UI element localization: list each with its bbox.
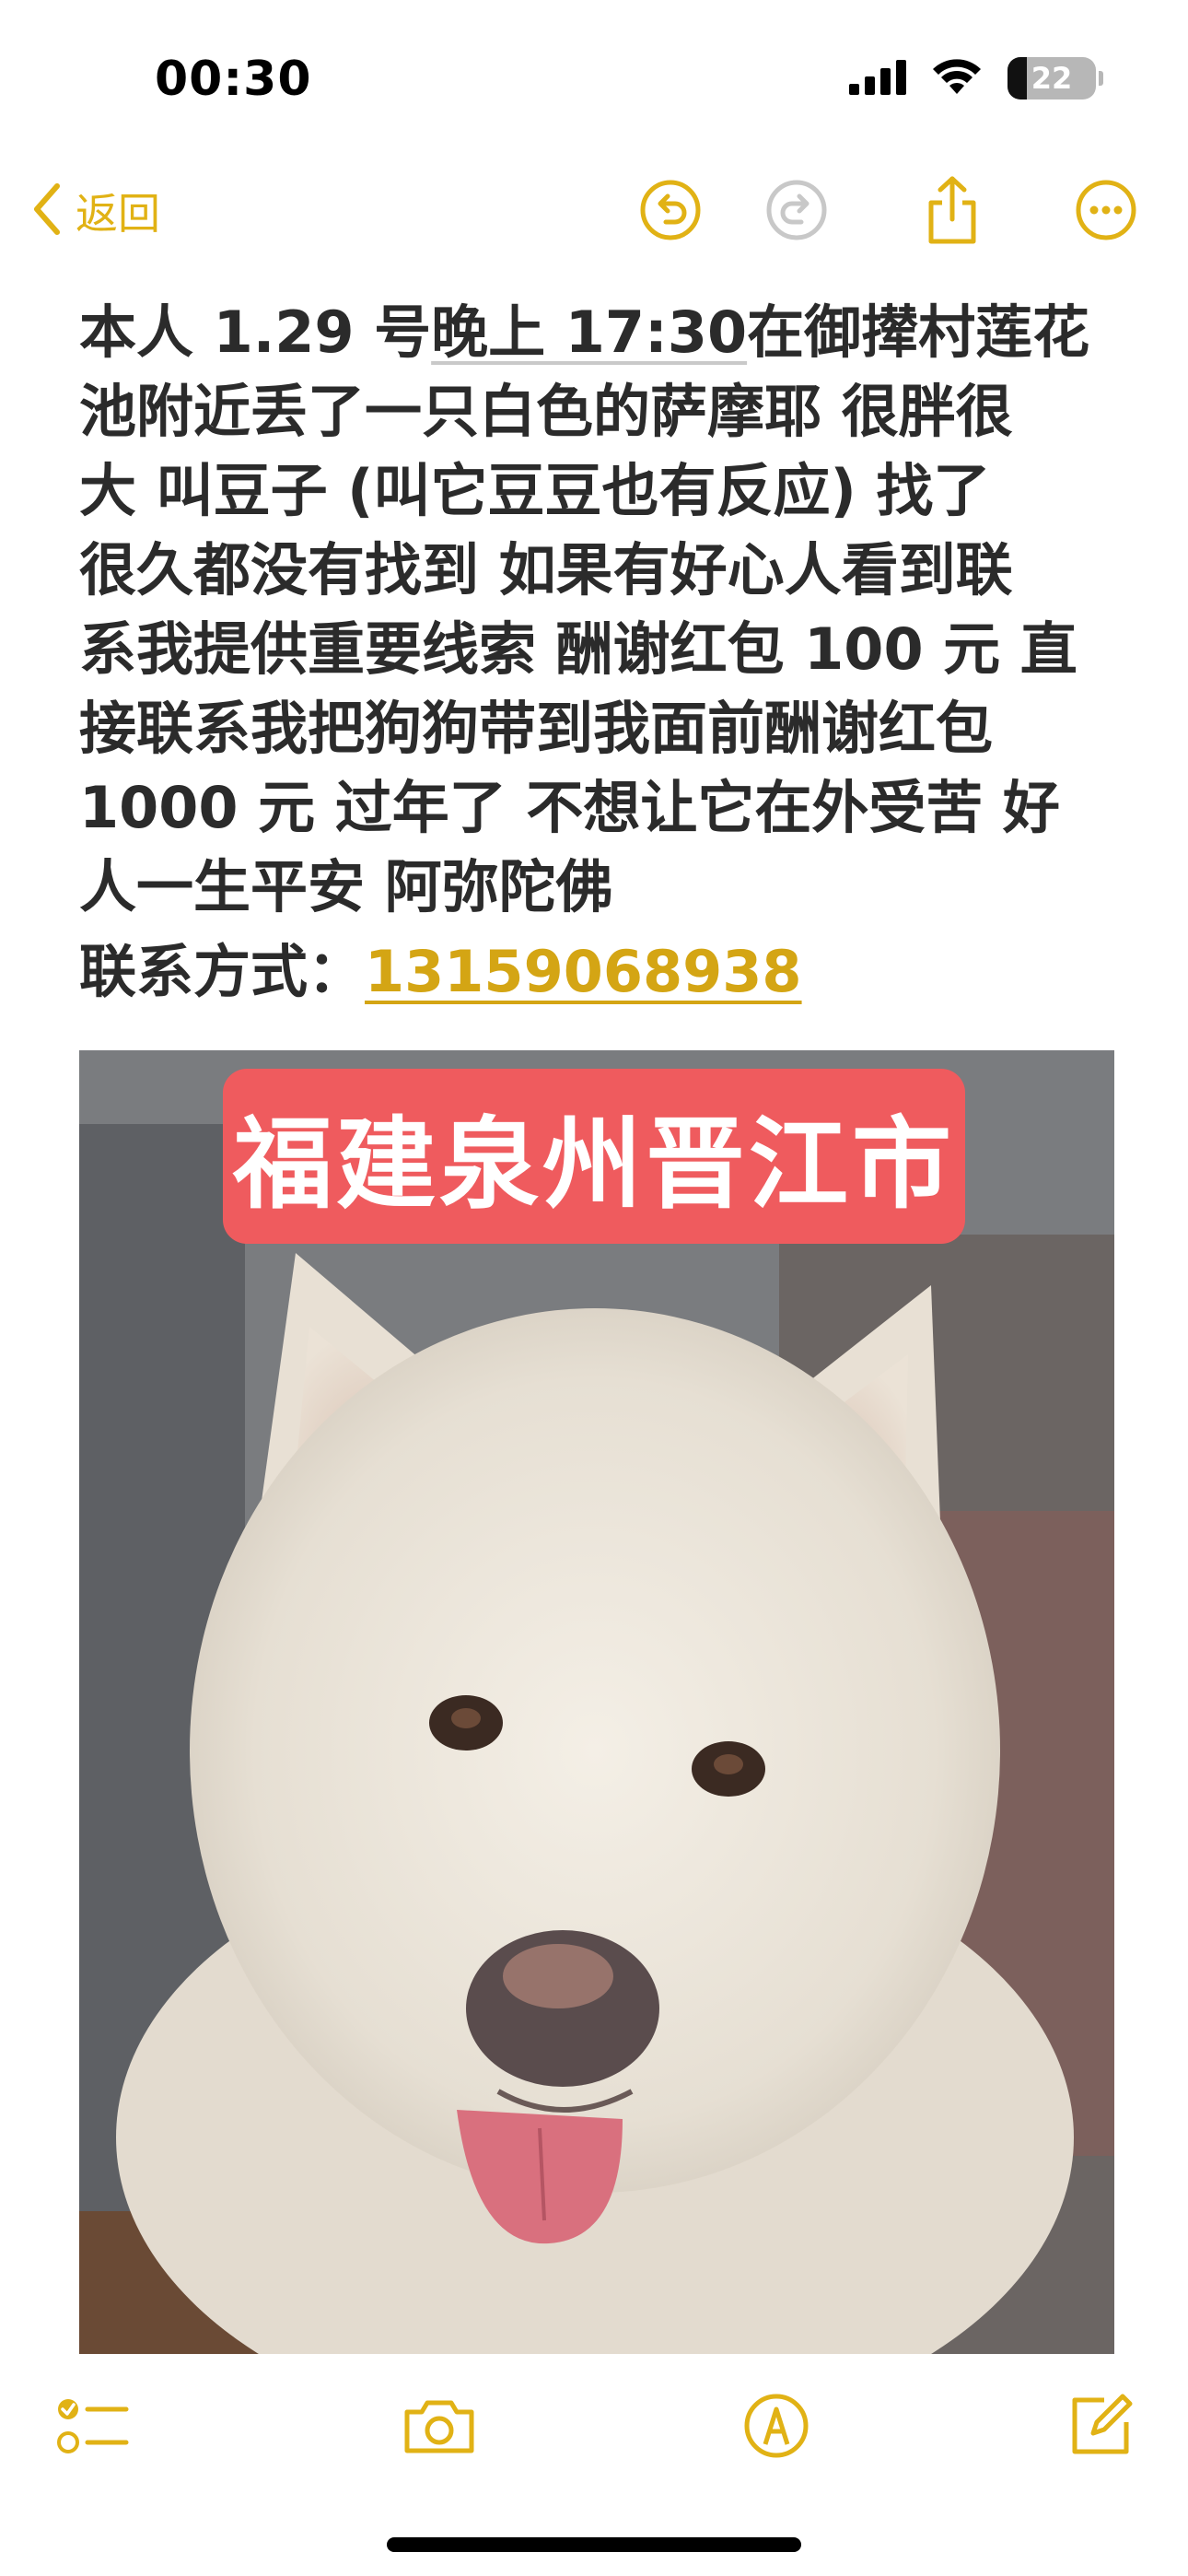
note-line: 接联系我把狗狗带到我面前酬谢红包 <box>79 695 994 762</box>
back-label: 返回 <box>76 189 160 239</box>
compose-button[interactable] <box>1059 2386 1142 2469</box>
home-indicator[interactable] <box>387 2537 801 2552</box>
note-line: 1000 元 过年了 不想让它在外受苦 好 <box>79 774 1060 841</box>
note-text-area[interactable]: 本人 1.29 号晚上 17:30在御撵村莲花 池附近丢了一只白色的萨摩耶 很胖… <box>79 293 1111 1012</box>
chevron-left-icon <box>31 182 63 240</box>
status-icons: 22 <box>849 57 1103 100</box>
dog-photo-illustration <box>79 1050 1114 2354</box>
share-button[interactable] <box>919 176 985 245</box>
checklist-icon <box>56 2391 130 2465</box>
more-icon <box>1074 178 1138 246</box>
share-icon <box>922 175 983 249</box>
note-line: 大 叫豆子 (叫它豆豆也有反应) 找了 <box>79 457 991 524</box>
note-line: 系我提供重要线索 酬谢红包 100 元 直 <box>79 615 1077 683</box>
redo-icon <box>764 178 829 246</box>
battery-tip <box>1099 71 1103 86</box>
compose-icon <box>1066 2391 1136 2465</box>
wifi-icon <box>930 57 984 100</box>
note-text-part: 本人 1.29 号 <box>79 299 432 366</box>
markup-button[interactable] <box>735 2386 818 2469</box>
redo-button[interactable] <box>763 179 830 245</box>
battery-fill <box>1007 57 1028 100</box>
checklist-button[interactable] <box>52 2386 134 2469</box>
photo-location-tag: 福建泉州晋江市 <box>223 1069 965 1244</box>
back-button[interactable]: 返回 <box>31 181 160 241</box>
photo-location-text: 福建泉州晋江市 <box>232 1107 955 1223</box>
battery-level: 22 <box>1031 61 1073 96</box>
note-line: 很久都没有找到 如果有好心人看到联 <box>79 536 1013 603</box>
nav-bar: 返回 <box>0 157 1188 267</box>
camera-icon <box>402 2395 477 2460</box>
note-line: 池附近丢了一只白色的萨摩耶 很胖很 <box>79 378 1013 445</box>
notes-screen: 00:30 22 返回 本人 1.29 号晚上 17:30在御撵村莲花 池附近丢… <box>0 0 1188 2576</box>
note-line: 人一生平安 阿弥陀佛 <box>79 853 613 920</box>
phone-number-link[interactable]: 13159068938 <box>365 938 802 1005</box>
note-time-detected[interactable]: 晚上 17:30 <box>431 299 747 366</box>
more-options-button[interactable] <box>1073 179 1139 245</box>
status-time: 00:30 <box>155 52 312 107</box>
note-line-first: 本人 1.29 号晚上 17:30在御撵村莲花 <box>79 293 1111 372</box>
note-text-part: 在御撵村莲花 <box>747 299 1090 366</box>
bottom-toolbar <box>0 2368 1188 2488</box>
attached-dog-photo[interactable]: 福建泉州晋江市 <box>79 1050 1114 2354</box>
markup-pen-icon <box>741 2391 811 2465</box>
contact-label: 联系方式： <box>79 938 366 1005</box>
camera-button[interactable] <box>398 2386 481 2469</box>
undo-button[interactable] <box>637 179 704 245</box>
cellular-signal-icon <box>849 58 906 99</box>
undo-icon <box>638 178 703 246</box>
battery-indicator: 22 <box>1007 57 1103 100</box>
contact-row: 联系方式：13159068938 <box>79 932 1111 1012</box>
status-bar: 00:30 22 <box>0 0 1188 157</box>
